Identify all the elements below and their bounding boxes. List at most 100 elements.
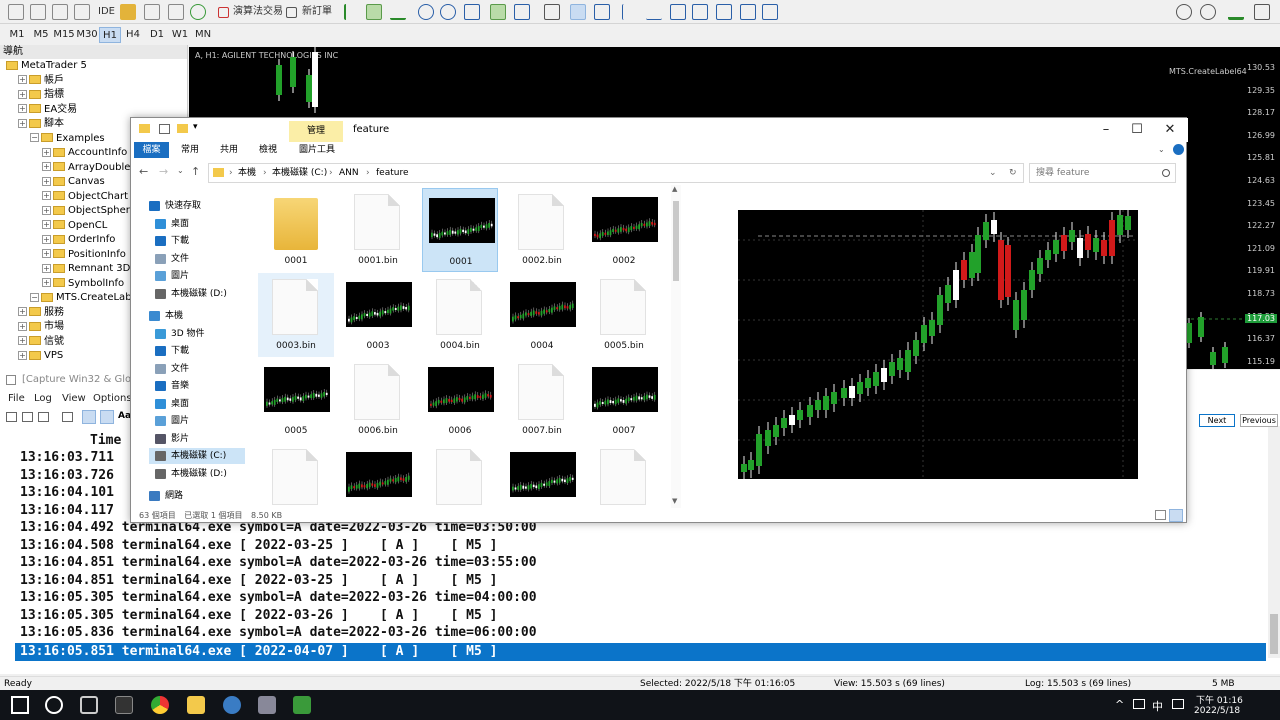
timeframe-mn[interactable]: MN (192, 27, 214, 43)
shapes-icon[interactable] (762, 4, 778, 20)
template-icon[interactable] (30, 4, 46, 20)
vertical-line-icon[interactable] (622, 4, 638, 20)
search-input[interactable]: 搜尋 feature (1036, 164, 1089, 182)
expand-icon[interactable]: + (42, 249, 51, 258)
expand-icon[interactable]: + (18, 321, 27, 331)
nav-pane-item[interactable]: 影片 (149, 431, 245, 447)
navigator-item[interactable]: + 服務 (18, 306, 64, 320)
app-icon-2[interactable] (258, 696, 276, 714)
navigator-item[interactable]: + 市場 (18, 320, 64, 334)
app-icon-1[interactable] (223, 696, 241, 714)
nav-pane-item[interactable]: 文件 (149, 361, 245, 377)
text-icon[interactable] (740, 4, 756, 20)
file-item[interactable]: 0005.bin (586, 273, 662, 357)
minimize-icon[interactable]: – (1091, 120, 1121, 140)
navigator-item[interactable]: + Remnant 3D (42, 262, 130, 276)
crosshair-icon[interactable] (594, 4, 610, 20)
copy-icon[interactable] (62, 412, 73, 422)
log-line[interactable]: 13:16:04.508 terminal64.exe [ 2022-03-25… (20, 537, 497, 554)
keyboard-icon[interactable] (1172, 699, 1184, 709)
channel-icon[interactable] (692, 4, 708, 20)
nav-pane-item[interactable]: 桌面 (149, 216, 245, 232)
clear-icon[interactable] (38, 412, 49, 422)
ime-indicator[interactable]: 中 (1152, 698, 1163, 714)
timeframe-m15[interactable]: M15 (53, 27, 75, 43)
navigator-item[interactable]: + AccountInfo (42, 146, 127, 160)
globe-icon[interactable] (190, 4, 206, 20)
file-item[interactable] (258, 443, 334, 508)
navigator-item[interactable]: + PositionInfo (42, 248, 126, 262)
log-line[interactable]: 13:16:05.836 terminal64.exe symbol=A dat… (20, 624, 537, 641)
timeframe-m5[interactable]: M5 (30, 27, 52, 43)
breadcrumb-separator-icon[interactable]: › (329, 164, 333, 182)
file-item[interactable]: 0003 (340, 273, 416, 357)
file-scrollbar[interactable]: ▲ ▼ (671, 185, 681, 508)
expand-icon[interactable]: − (30, 133, 39, 142)
task-view-icon[interactable] (80, 696, 98, 714)
cursor-icon[interactable] (570, 4, 586, 20)
file-item[interactable]: 0006.bin (340, 358, 416, 442)
metatrader-icon[interactable] (293, 696, 311, 714)
expand-icon[interactable]: + (18, 104, 27, 113)
expand-icon[interactable]: − (30, 292, 39, 302)
file-item[interactable]: 0004 (504, 273, 580, 357)
expand-icon[interactable]: + (42, 176, 51, 186)
timeframe-w1[interactable]: W1 (169, 27, 191, 43)
chrome-icon[interactable] (151, 696, 169, 714)
file-item[interactable] (586, 443, 662, 508)
navigator-item[interactable]: + 腳本 (18, 117, 64, 131)
timeframe-m1[interactable]: M1 (6, 27, 28, 43)
file-item[interactable] (340, 443, 416, 508)
nav-pane-item[interactable]: 本機磁碟 (C:) (149, 448, 245, 464)
log-line[interactable]: 13:16:03.711 (20, 449, 114, 466)
expand-icon[interactable]: + (42, 234, 51, 244)
search-icon[interactable] (45, 696, 63, 714)
expand-icon[interactable]: + (18, 118, 27, 128)
new-order-button[interactable]: 新訂單 (302, 3, 332, 21)
file-item[interactable] (422, 443, 498, 508)
navigator-item[interactable]: + SymbolInfo (42, 277, 124, 291)
menu-file[interactable]: File (8, 390, 25, 408)
close-icon[interactable]: ✕ (1155, 120, 1185, 140)
file-item[interactable]: 0002.bin (504, 188, 580, 272)
horizontal-line-icon[interactable] (646, 4, 662, 20)
navigator-item[interactable]: + Canvas (42, 175, 105, 189)
timeframe-h4[interactable]: H4 (122, 27, 144, 43)
timeframe-d1[interactable]: D1 (146, 27, 168, 43)
breadcrumb-separator-icon[interactable]: › (263, 164, 267, 182)
nav-pane-item[interactable]: 圖片 (149, 268, 245, 284)
line-chart-icon[interactable] (390, 4, 406, 20)
navigator-item[interactable]: + EA交易 (18, 103, 77, 117)
tab-picture-tools[interactable]: 圖片工具 (291, 142, 343, 158)
refresh-icon[interactable]: ↻ (1009, 164, 1017, 182)
zoom-in-icon[interactable] (418, 4, 434, 20)
grid-icon[interactable] (464, 4, 480, 20)
terminal-icon[interactable] (115, 696, 133, 714)
breadcrumb-this-pc[interactable]: 本機 (238, 164, 256, 182)
file-item[interactable]: 0001 (258, 188, 334, 272)
breadcrumb-feature[interactable]: feature (376, 164, 409, 182)
scroll-thumb[interactable] (1270, 614, 1278, 654)
log-line[interactable]: 13:16:04.851 terminal64.exe symbol=A dat… (20, 554, 537, 571)
file-item[interactable]: 0004.bin (422, 273, 498, 357)
large-icons-view-icon[interactable] (1169, 509, 1183, 522)
breadcrumb-ann[interactable]: ANN (339, 164, 359, 182)
cloud-icon[interactable] (168, 4, 184, 20)
start-icon[interactable] (11, 696, 29, 714)
menu-view[interactable]: View (62, 390, 86, 408)
clock-time[interactable]: 下午 01:16 (1196, 693, 1243, 706)
ribbon-expand-icon[interactable]: ⌄ (1158, 145, 1165, 154)
navigator-item[interactable]: + OrderInfo (42, 233, 115, 247)
nav-pane-item[interactable]: 下載 (149, 343, 245, 359)
address-dropdown-icon[interactable]: ⌄ (989, 164, 997, 182)
file-item[interactable]: 0003.bin (258, 273, 334, 357)
scroll-down-icon[interactable]: ▼ (672, 497, 677, 505)
address-bar[interactable]: › 本機 › 本機磁碟 (C:) › ANN › feature ⌄ ↻ (208, 163, 1024, 183)
file-item[interactable]: 0002 (586, 188, 662, 272)
timeframe-m30[interactable]: M30 (76, 27, 98, 43)
file-item[interactable]: 0005 (258, 358, 334, 442)
navigator-item[interactable]: + ObjectSphere (42, 204, 136, 218)
log-line[interactable]: 13:16:04.101 (20, 484, 114, 501)
navigator-item[interactable]: + 帳戶 (18, 74, 64, 88)
trendline-icon[interactable] (670, 4, 686, 20)
